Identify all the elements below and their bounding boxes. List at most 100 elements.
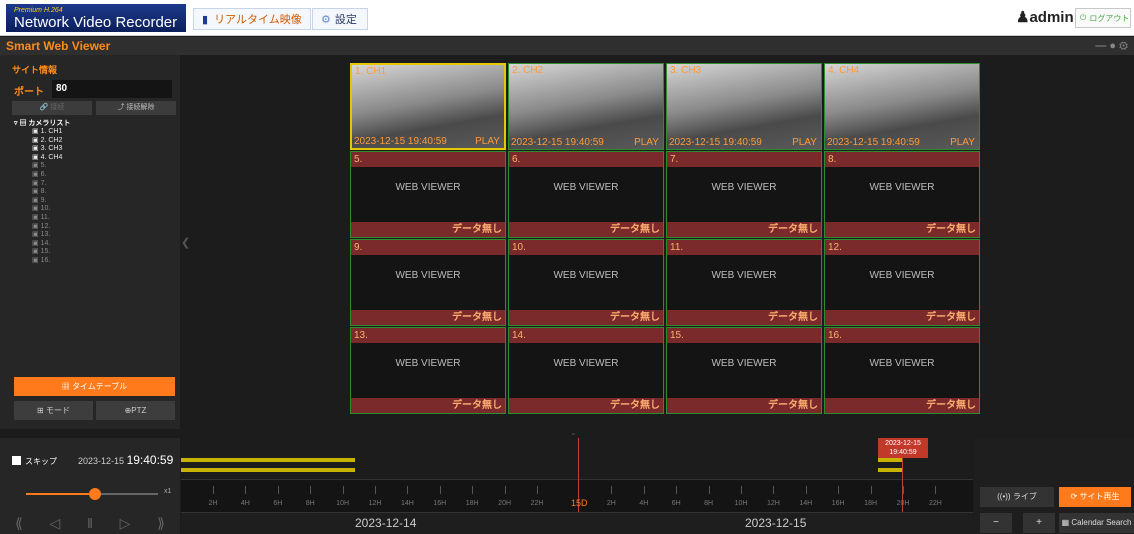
speed-slider[interactable] (26, 488, 158, 500)
timeline-hour-label: 22H (928, 500, 942, 507)
fast-rewind-icon[interactable]: ⟪ (15, 515, 23, 532)
sidebar-collapse-icon[interactable]: ❮ (181, 236, 190, 249)
camera-tree-item[interactable]: ▣ 2. CH2 (14, 137, 70, 146)
user-icon: ♟ (1016, 9, 1030, 26)
camera-tree-item[interactable]: ▣ 14. (14, 240, 70, 249)
camera-tile-label: 3. CH3 (670, 65, 702, 76)
tab-settings[interactable]: ⚙ 設定 (312, 8, 368, 30)
app-title-bar: Smart Web Viewer ⎯⎯ ● ⚙ (0, 37, 1134, 55)
camera-tree-root[interactable]: ▿ ▤ カメラリスト (14, 118, 70, 128)
pause-icon[interactable]: ‖ (87, 515, 93, 532)
web-viewer-placeholder: WEB VIEWER (395, 270, 461, 281)
timeline-hour-tick (643, 486, 645, 494)
camera-tree-item[interactable]: ▣ 12. (14, 223, 70, 232)
camera-tile[interactable]: 5. WEB VIEWER データ無し (350, 151, 506, 238)
timeline-hour-label: 4H (639, 500, 649, 507)
camera-feed-image: 1. CH1 2023-12-15 19:40:59 PLAY (352, 65, 504, 148)
calendar-search-button[interactable]: ▦ Calendar Search (1059, 513, 1134, 533)
camera-tree-item[interactable]: ▣ 3. CH3 (14, 145, 70, 154)
timeline-hour-tick (903, 486, 904, 494)
web-viewer-placeholder: WEB VIEWER (869, 182, 935, 193)
timeline-hour-label: 6H (273, 500, 283, 507)
grid-toggle-icon[interactable]: ⌄ (570, 428, 577, 437)
camera-tile[interactable]: 15. WEB VIEWER データ無し (666, 327, 822, 414)
camera-icon: ▣ (32, 153, 41, 161)
ptz-button[interactable]: ⊕PTZ (96, 401, 175, 420)
camera-tree-item-label: 3. CH3 (40, 145, 63, 153)
tab-live-view[interactable]: ▮ リアルタイム映像 (193, 8, 311, 30)
camera-tree-item[interactable]: ▣ 5. (14, 162, 70, 171)
camera-tree-item[interactable]: ▣ 1. CH1 (14, 128, 70, 137)
camera-tree-item[interactable]: ▣ 10. (14, 205, 70, 214)
timeline-hour-tick (439, 486, 441, 494)
timeline-date-left: 2023-12-14 (355, 516, 417, 530)
timeline-hour-tick (741, 486, 742, 494)
camera-tree-item[interactable]: ▣ 16. (14, 257, 70, 266)
timeline-hour-tick (245, 486, 247, 494)
timetable-button[interactable]: ▦ タイムテーブル (14, 377, 175, 396)
camera-tree-item-label: 8. (40, 188, 47, 196)
camera-tree-item[interactable]: ▣ 7. (14, 180, 70, 189)
timeline-hour-tick (342, 486, 344, 494)
zoom-in-button[interactable]: + (1023, 513, 1055, 533)
camera-tile[interactable]: 3. CH3 2023-12-15 19:40:59 PLAY (666, 63, 822, 150)
camera-tree-item[interactable]: ▣ 4. CH4 (14, 154, 70, 163)
step-forward-icon[interactable]: ▷ (120, 515, 131, 532)
camera-tree-item[interactable]: ▣ 6. (14, 171, 70, 180)
calendar-search-label: Calendar Search (1071, 518, 1132, 527)
timeline-hour-tick (407, 486, 409, 494)
camera-tree-item[interactable]: ▣ 9. (14, 197, 70, 206)
camera-tile-label: 8. (825, 152, 979, 167)
camera-timestamp-text: 2023-12-15 19:40:59 (511, 137, 604, 148)
timeline-hour-label: 6H (671, 500, 681, 507)
camera-tile[interactable]: 9. WEB VIEWER データ無し (350, 239, 506, 326)
timeline-hour-label: 10H (336, 500, 350, 507)
speed-slider-knob[interactable] (88, 488, 101, 500)
mode-button[interactable]: ⊞ モード (14, 401, 93, 420)
camera-tree-item[interactable]: ▣ 8. (14, 188, 70, 197)
camera-tile[interactable]: 12. WEB VIEWER データ無し (824, 239, 980, 326)
camera-tile[interactable]: 10. WEB VIEWER データ無し (508, 239, 664, 326)
gear-icon: ⚙ (321, 13, 331, 26)
camera-play-state: PLAY (792, 137, 817, 148)
live-button[interactable]: ((•)) ライブ (980, 487, 1054, 507)
timeline-hour-tick (537, 486, 538, 494)
connect-button[interactable]: 🔗 接続 (12, 101, 92, 115)
camera-tree-item[interactable]: ▣ 11. (14, 214, 70, 223)
camera-tile[interactable]: 14. WEB VIEWER データ無し (508, 327, 664, 414)
connect-label: 接続 (50, 104, 65, 111)
port-field[interactable]: 80 (52, 80, 172, 98)
skip-checkbox[interactable]: スキップ (12, 456, 57, 467)
settings-gear-icon[interactable]: ⎯⎯ ● ⚙ (1095, 37, 1128, 55)
camera-tree-item-label: 6. (40, 170, 47, 178)
zoom-out-button[interactable]: − (980, 513, 1012, 533)
camera-icon: ▣ (32, 239, 41, 247)
camera-tile[interactable]: 1. CH1 2023-12-15 19:40:59 PLAY (350, 63, 506, 150)
camera-tile[interactable]: 8. WEB VIEWER データ無し (824, 151, 980, 238)
camera-tree-item[interactable]: ▣ 15. (14, 248, 70, 257)
camera-icon: ▣ (32, 162, 41, 170)
broadcast-icon: ((•)) (997, 492, 1011, 501)
camera-timestamp-text: 2023-12-15 19:40:59 (827, 137, 920, 148)
camera-tile[interactable]: 11. WEB VIEWER データ無し (666, 239, 822, 326)
timeline-hour-tick (472, 486, 474, 494)
camera-tile[interactable]: 2. CH2 2023-12-15 19:40:59 PLAY (508, 63, 664, 150)
timeline-track[interactable] (181, 438, 973, 480)
timeline-hour-tick (935, 486, 937, 494)
camera-tile[interactable]: 7. WEB VIEWER データ無し (666, 151, 822, 238)
camera-tile-label: 9. (351, 240, 505, 255)
logout-button[interactable]: ⏻ ログアウト (1075, 8, 1131, 28)
power-icon: ⏻ (1080, 13, 1087, 22)
fast-forward-icon[interactable]: ⟫ (157, 515, 165, 532)
timeline[interactable]: 2H 4H 6H 8H 10H 12H 14H 16H 18H 20H 22H 2H 4H 6H 8H 10H… (181, 438, 973, 534)
camera-tree-item[interactable]: ▣ 13. (14, 231, 70, 240)
camera-tile[interactable]: 13. WEB VIEWER データ無し (350, 327, 506, 414)
camera-tile-label: 13. (351, 328, 505, 343)
site-play-button[interactable]: ⟳ サイト再生 (1059, 487, 1131, 507)
disconnect-button[interactable]: ⤴ 接続解除 (96, 101, 176, 115)
camera-tile[interactable]: 16. WEB VIEWER データ無し (824, 327, 980, 414)
camera-tile[interactable]: 4. CH4 2023-12-15 19:40:59 PLAY (824, 63, 980, 150)
camera-timestamp: 2023-12-15 19:40:59 PLAY (511, 137, 662, 148)
camera-tile[interactable]: 6. WEB VIEWER データ無し (508, 151, 664, 238)
step-back-icon[interactable]: ◁ (50, 515, 61, 532)
